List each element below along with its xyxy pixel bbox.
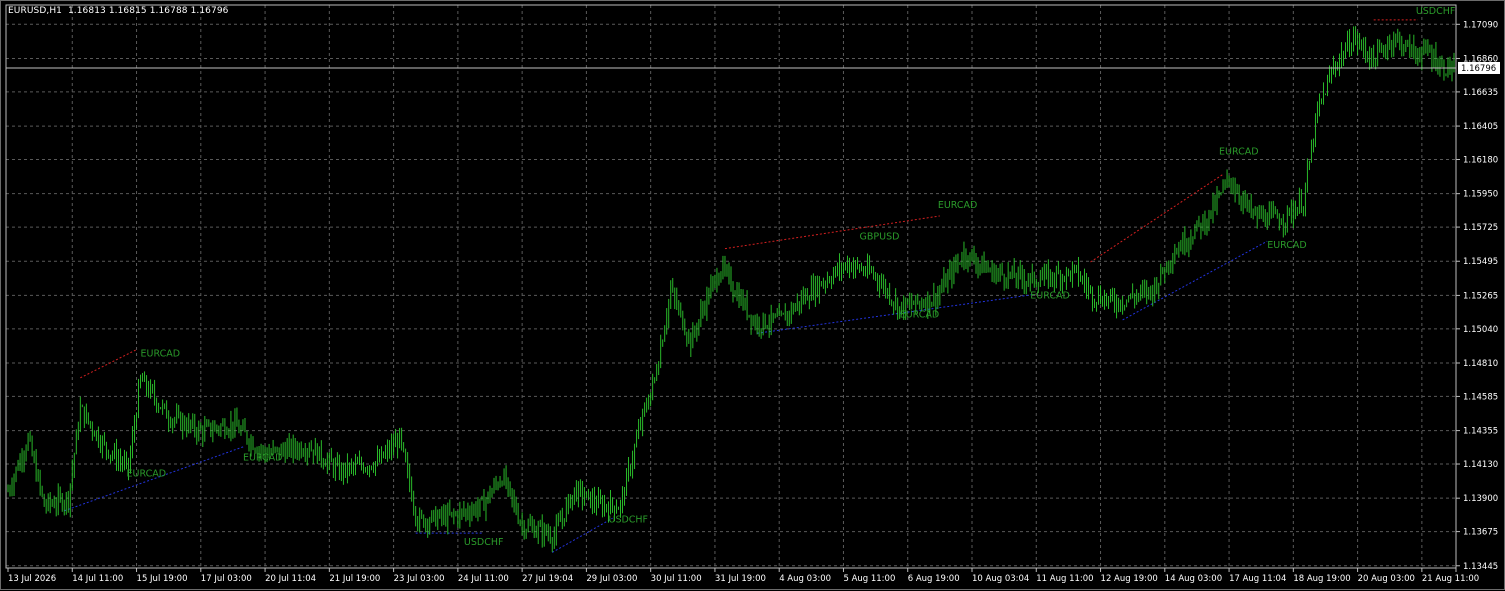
y-tick-label: 1.15950 — [1463, 190, 1498, 200]
chart-window[interactable]: EURCAD EURCAD EURCAD USDCHF USDCHF GBPUSD EURC… — [0, 0, 1505, 590]
y-tick-label: 1.15040 — [1463, 325, 1498, 335]
x-tick-label: 20 Jul 11:04 — [265, 574, 316, 584]
x-tick-label: 5 Aug 11:00 — [843, 574, 895, 584]
chart-annotations: EURCAD EURCAD EURCAD USDCHF USDCHF GBPUSD EURC… — [126, 6, 1455, 548]
y-tick-label: 1.14585 — [1463, 392, 1498, 402]
y-tick-label: 1.16860 — [1463, 54, 1498, 64]
current-price-line: 1.16796 — [6, 61, 1500, 74]
x-tick-label: 23 Jul 03:00 — [394, 574, 445, 584]
y-tick-label: 1.17090 — [1463, 20, 1498, 30]
y-tick-label: 1.14130 — [1463, 460, 1498, 470]
resistance-trend-line — [724, 215, 940, 250]
x-tick-label: 27 Jul 19:04 — [522, 574, 573, 584]
y-tick-label: 1.15265 — [1463, 291, 1498, 301]
x-tick-label: 31 Jul 19:00 — [715, 574, 766, 584]
symbol-annotation: GBPUSD — [860, 232, 900, 243]
y-tick-label: 1.16405 — [1463, 122, 1498, 132]
y-tick-label: 1.16180 — [1463, 155, 1498, 165]
price-chart[interactable]: EURCAD EURCAD EURCAD USDCHF USDCHF GBPUSD EURC… — [1, 1, 1505, 591]
x-tick-label: 30 Jul 11:00 — [651, 574, 702, 584]
x-tick-label: 10 Aug 03:04 — [972, 574, 1029, 584]
support-trend-line — [552, 517, 613, 553]
y-tick-label: 1.15495 — [1463, 257, 1498, 267]
x-tick-label: 21 Aug 11:00 — [1422, 574, 1479, 584]
x-tick-label: 12 Aug 19:00 — [1101, 574, 1158, 584]
current-price-label: 1.16796 — [1461, 64, 1496, 74]
symbol-annotation: USDCHF — [464, 537, 504, 548]
ohlc-readout: 1.16813 1.16815 1.16788 1.16796 — [67, 6, 229, 16]
symbol-timeframe: EURUSD,H1 — [8, 6, 63, 16]
symbol-annotation: EURCAD — [141, 348, 181, 359]
x-tick-label: 21 Jul 19:00 — [329, 574, 380, 584]
x-tick-label: 24 Jul 11:00 — [458, 574, 509, 584]
y-tick-label: 1.14355 — [1463, 427, 1498, 437]
x-tick-label: 11 Aug 11:00 — [1036, 574, 1093, 584]
y-tick-label: 1.13445 — [1463, 562, 1498, 572]
x-tick-label: 13 Jul 2026 — [8, 574, 56, 584]
symbol-annotation: EURCAD — [1267, 240, 1307, 251]
y-tick-label: 1.14810 — [1463, 359, 1498, 369]
chart-header: EURUSD,H1 1.16813 1.16815 1.16788 1.1679… — [8, 6, 229, 16]
x-tick-label: 20 Aug 03:00 — [1358, 574, 1415, 584]
x-tick-label: 6 Aug 19:00 — [908, 574, 960, 584]
x-tick-label: 15 Jul 19:00 — [137, 574, 188, 584]
x-tick-label: 14 Jul 11:00 — [72, 574, 123, 584]
y-tick-label: 1.15725 — [1463, 223, 1498, 233]
symbol-annotation: EURCAD — [1219, 146, 1259, 157]
x-tick-label: 17 Aug 11:04 — [1229, 574, 1286, 584]
x-tick-label: 4 Aug 03:00 — [779, 574, 831, 584]
y-tick-label: 1.13900 — [1463, 494, 1498, 504]
symbol-annotation: USDCHF — [1416, 6, 1456, 17]
resistance-trend-line — [80, 349, 137, 379]
x-tick-label: 18 Aug 19:00 — [1293, 574, 1350, 584]
x-tick-label: 17 Jul 03:00 — [201, 574, 252, 584]
symbol-annotation: EURCAD — [1030, 290, 1070, 301]
symbol-annotation: EURCAD — [126, 469, 166, 480]
symbol-annotation: EURCAD — [243, 452, 283, 463]
x-tick-label: 29 Jul 03:00 — [586, 574, 637, 584]
symbol-annotation: USDCHF — [608, 515, 648, 526]
symbol-annotation: EURCAD — [938, 200, 978, 211]
symbol-annotation: EURCAD — [900, 310, 940, 321]
support-trend-line — [757, 294, 1033, 334]
y-tick-label: 1.13675 — [1463, 528, 1498, 538]
ohlc-bars — [7, 26, 1455, 553]
trend-lines — [64, 19, 1418, 553]
x-tick-label: 14 Aug 03:00 — [1165, 574, 1222, 584]
y-tick-label: 1.16635 — [1463, 88, 1498, 98]
